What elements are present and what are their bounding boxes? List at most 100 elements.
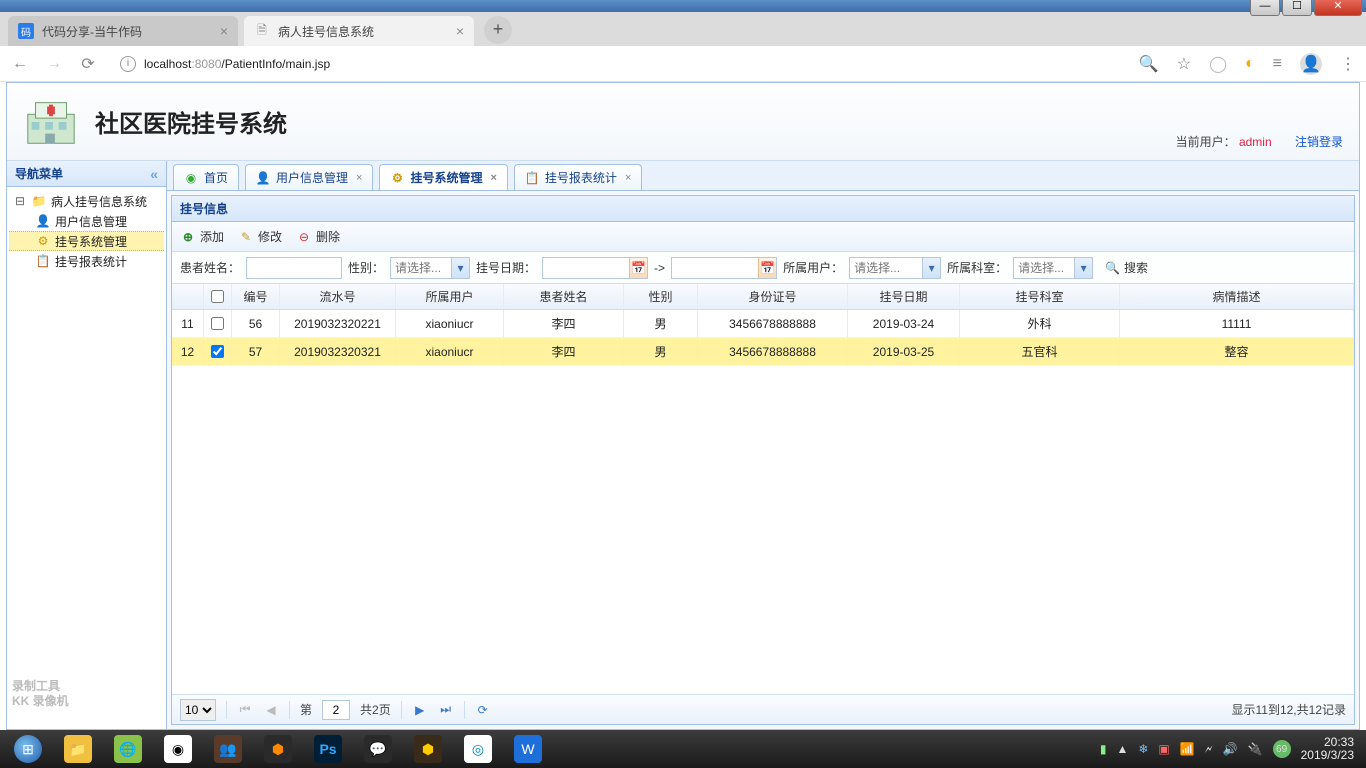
forward-button[interactable]: → [44,55,64,73]
select-all-checkbox[interactable] [211,290,224,303]
taskbar-wechat[interactable]: 💬 [354,732,402,766]
col-sex[interactable]: 性别 [624,284,698,309]
page-input[interactable] [322,700,350,720]
col-checkbox[interactable] [204,284,232,309]
wifi-icon[interactable]: 📶 [1180,742,1195,756]
start-button[interactable]: ⊞ [4,732,52,766]
extension-icon[interactable]: ◐ [1245,55,1255,73]
tray-icon[interactable]: 🔌 [1248,742,1263,756]
cell-checkbox[interactable] [204,310,232,337]
tab-home[interactable]: ◉ 首页 [173,164,239,190]
owner-select[interactable]: ▾ [849,257,941,279]
col-name[interactable]: 患者姓名 [504,284,624,309]
next-page-button[interactable]: ▶ [412,703,428,717]
back-button[interactable]: ← [10,55,30,73]
logout-link[interactable]: 注销登录 [1295,135,1343,149]
address-bar[interactable]: i localhost:8080/PatientInfo/main.jsp [112,52,1125,76]
chevron-down-icon[interactable]: ▾ [922,258,940,278]
site-info-icon[interactable]: i [120,56,136,72]
bookmark-icon[interactable]: ☆ [1177,54,1191,74]
tab-report[interactable]: 📋 挂号报表统计 × [514,164,642,190]
volume-icon[interactable]: 🔊 [1223,742,1238,756]
edit-button[interactable]: ✎ 修改 [238,228,282,245]
taskbar-app[interactable]: ⬢ [254,732,302,766]
window-close-button[interactable]: ✕ [1314,0,1362,16]
taskbar-chrome[interactable]: ◉ [154,732,202,766]
date-from-input[interactable]: 📅 [542,257,648,279]
delete-button[interactable]: ⊖ 删除 [296,228,340,245]
col-user[interactable]: 所属用户 [396,284,504,309]
sex-select-input[interactable] [391,258,451,278]
taskbar-clock[interactable]: 20:33 2019/3/23 [1301,736,1354,762]
sidebar-item-userinfo[interactable]: 👤 用户信息管理 [9,211,164,231]
cell-serial: 2019032320221 [280,310,396,337]
extension-icon[interactable]: ◯ [1209,54,1227,74]
taskbar-photoshop[interactable]: Ps [304,732,352,766]
tray-icon[interactable]: ▮ [1100,742,1107,756]
close-icon[interactable]: × [490,172,496,184]
first-page-button[interactable]: ⏮ [237,702,253,717]
col-desc[interactable]: 病情描述 [1120,284,1354,309]
browser-tab-0[interactable]: 码 代码分享-当牛作码 × [8,16,238,46]
col-serial[interactable]: 流水号 [280,284,396,309]
tab-userinfo[interactable]: 👤 用户信息管理 × [245,164,373,190]
calendar-icon[interactable]: 📅 [629,258,647,278]
tab-register[interactable]: ⚙ 挂号系统管理 × [379,164,507,190]
menu-icon[interactable]: ⋮ [1340,54,1356,74]
tray-badge[interactable]: 69 [1273,740,1291,758]
search-button[interactable]: 🔍 搜索 [1105,259,1148,276]
add-button[interactable]: ⊕ 添加 [180,228,224,245]
reload-button[interactable]: ⟳ [78,54,98,74]
col-id[interactable]: 编号 [232,284,280,309]
taskbar-app[interactable]: 📁 [54,732,102,766]
table-row[interactable]: 12572019032320321xiaoniucr李四男34566788888… [172,338,1354,366]
refresh-button[interactable]: ⟳ [475,703,491,717]
patient-name-input[interactable] [246,257,342,279]
taskbar-app[interactable]: ◎ [454,732,502,766]
taskbar-wps[interactable]: W [504,732,552,766]
col-idno[interactable]: 身份证号 [698,284,848,309]
sex-select[interactable]: ▾ [390,257,470,279]
last-page-button[interactable]: ⏭ [438,702,454,717]
tray-icon[interactable]: ▲ [1116,742,1128,756]
date-to-input[interactable]: 📅 [671,257,777,279]
taskbar-app[interactable]: 👥 [204,732,252,766]
sidebar-item-register[interactable]: ⚙ 挂号系统管理 [9,231,164,251]
tree-toggle-icon[interactable]: ⊟ [13,194,27,208]
table-row[interactable]: 11562019032320221xiaoniucr李四男34566788888… [172,310,1354,338]
sidebar-item-report[interactable]: 📋 挂号报表统计 [9,251,164,271]
tray-icon[interactable]: ▣ [1158,742,1169,756]
dept-select[interactable]: ▾ [1013,257,1093,279]
window-maximize-button[interactable]: ☐ [1282,0,1312,16]
system-tray[interactable]: ▮ ▲ ❄ ▣ 📶 🗲 🔊 🔌 69 20:33 2019/3/23 [1100,736,1362,762]
close-icon[interactable]: × [356,172,362,184]
collapse-icon[interactable]: « [150,166,158,182]
search-icon[interactable]: 🔍 [1139,54,1159,74]
new-tab-button[interactable]: + [484,16,512,44]
close-icon[interactable]: × [456,23,464,39]
window-minimize-button[interactable]: — [1250,0,1280,16]
tree-root[interactable]: ⊟ 📁 病人挂号信息系统 [9,191,164,211]
profile-avatar-icon[interactable]: 👤 [1300,53,1322,75]
tray-icon[interactable]: ❄ [1138,742,1148,756]
pagesize-select[interactable]: 10 [180,699,216,721]
close-icon[interactable]: × [625,172,631,184]
cell-checkbox[interactable] [204,338,232,365]
prev-page-button[interactable]: ◀ [263,703,279,717]
folder-icon: 📁 [31,193,47,209]
taskbar-app[interactable]: ⬢ [404,732,452,766]
close-icon[interactable]: × [220,23,228,39]
register-panel: 挂号信息 ⊕ 添加 ✎ 修改 ⊖ 删除 患者姓 [171,195,1355,725]
calendar-icon[interactable]: 📅 [758,258,776,278]
chevron-down-icon[interactable]: ▾ [1074,258,1092,278]
browser-toolbar: ← → ⟳ i localhost:8080/PatientInfo/main.… [0,46,1366,82]
battery-icon[interactable]: 🗲 [1205,742,1213,757]
chevron-down-icon[interactable]: ▾ [451,258,469,278]
col-date[interactable]: 挂号日期 [848,284,960,309]
row-checkbox[interactable] [211,317,224,330]
col-dept[interactable]: 挂号科室 [960,284,1120,309]
taskbar-app[interactable]: 🌐 [104,732,152,766]
browser-tab-1[interactable]: 🗎 病人挂号信息系统 × [244,16,474,46]
row-checkbox[interactable] [211,345,224,358]
extension-icon[interactable]: ≡ [1273,55,1282,73]
